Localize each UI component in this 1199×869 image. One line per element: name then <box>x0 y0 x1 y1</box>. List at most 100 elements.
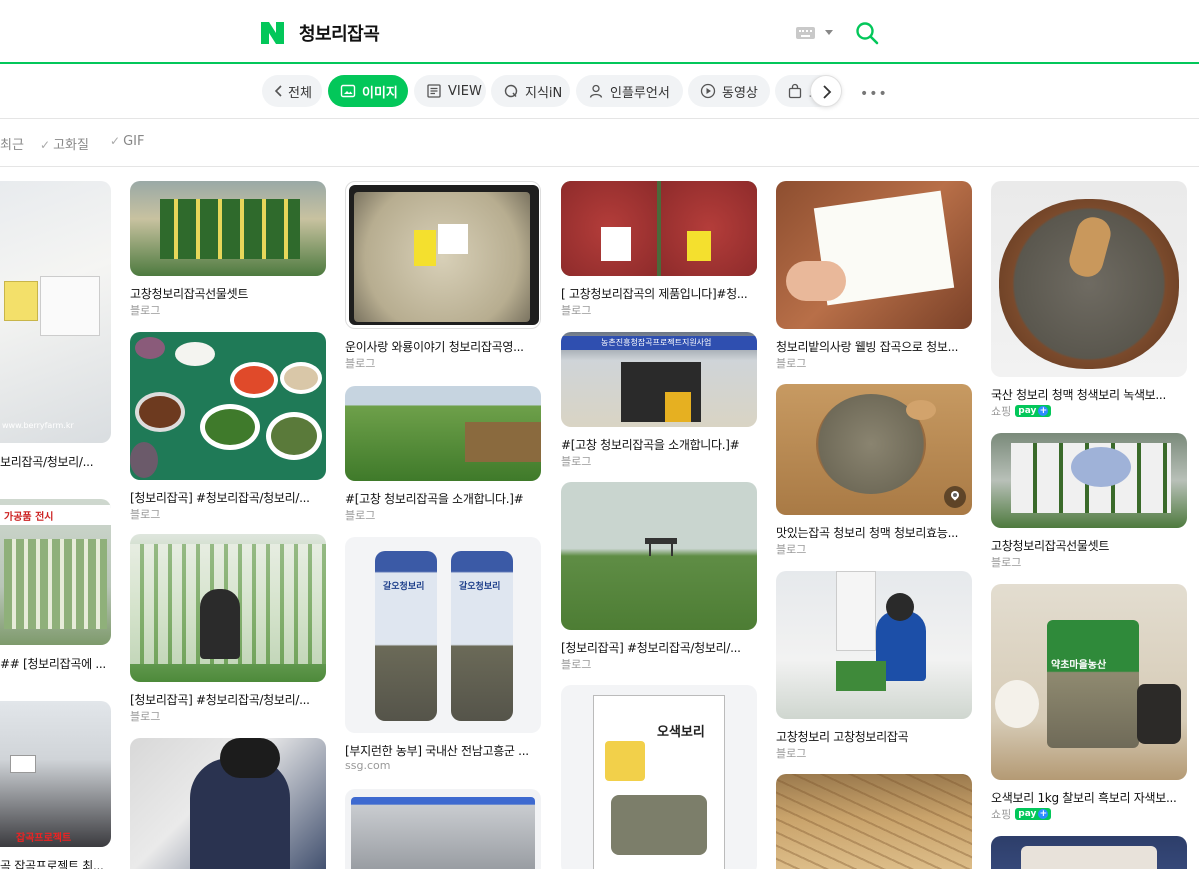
result-thumbnail[interactable] <box>130 738 326 869</box>
grain-bag-red <box>661 181 757 276</box>
result-source: 블로그 <box>345 357 376 370</box>
tab-view[interactable]: VIEW <box>414 75 486 107</box>
result-title[interactable]: [청보리잡곡] #청보리잡곡/청보리/... <box>561 639 757 656</box>
tab-video[interactable]: 동영상 <box>688 75 770 107</box>
result-thumbnail[interactable] <box>130 534 326 682</box>
result-source: ssg.com <box>345 759 391 772</box>
grain-bag <box>351 797 535 869</box>
tab-kin[interactable]: 지식iN <box>491 75 570 107</box>
result-thumbnail[interactable] <box>345 181 541 329</box>
result-card[interactable]: 가공품 전시 ## [청보리잡곡에 ... <box>0 499 111 689</box>
package-brand: 약초마을농산 <box>1051 660 1107 671</box>
result-thumbnail[interactable] <box>130 332 326 480</box>
q-bubble-icon <box>504 84 518 98</box>
result-title[interactable]: 고창청보리잡곡선물셋트 <box>130 285 326 302</box>
result-source: 블로그 <box>130 508 161 521</box>
banner-text: 잡곡프로젝트 <box>16 833 72 844</box>
result-title[interactable]: 청보리밭의사랑 웰빙 잡곡으로 청보... <box>776 338 972 355</box>
person <box>200 589 240 659</box>
result-thumbnail[interactable] <box>776 181 972 329</box>
product-label <box>687 231 711 261</box>
tab-influencer[interactable]: 인플루언서 <box>576 75 683 107</box>
result-title[interactable]: [부지런한 농부] 국내산 전남고흥군 ... <box>345 742 541 759</box>
jar <box>375 551 437 721</box>
npay-badge: pay + <box>1015 405 1052 417</box>
npay-badge: pay + <box>1015 808 1052 820</box>
result-thumbnail[interactable]: 약초마을농산 <box>991 584 1187 780</box>
search-query-input[interactable]: 청보리잡곡 <box>299 20 380 46</box>
dish <box>230 362 278 398</box>
result-thumbnail[interactable] <box>130 181 326 276</box>
filter-recent[interactable]: 최근 <box>0 134 24 153</box>
tab-label: 이미지 <box>362 85 398 101</box>
result-title[interactable]: 맛있는잡곡 청보리 청맥 청보리효능... <box>776 524 972 541</box>
result-thumbnail[interactable] <box>776 774 972 869</box>
result-title[interactable]: 운이사랑 와룡이야기 청보리잡곡영... <box>345 338 541 355</box>
result-source: 블로그 <box>130 304 161 317</box>
chevron-down-icon[interactable] <box>825 30 833 35</box>
bag <box>836 661 886 691</box>
map-pin-icon[interactable] <box>944 486 966 508</box>
result-thumbnail[interactable] <box>561 482 757 630</box>
result-thumbnail[interactable] <box>991 181 1187 377</box>
keyboard-icon[interactable] <box>796 27 815 39</box>
result-title[interactable]: 오색보리 1kg 찰보리 흑보리 자색보... <box>991 789 1187 806</box>
search-icon[interactable] <box>855 21 879 45</box>
logo-mark <box>605 741 645 781</box>
grain-bag <box>354 192 530 322</box>
result-thumbnail[interactable] <box>345 386 541 481</box>
result-title[interactable]: [청보리잡곡] #청보리잡곡/청보리/... <box>130 691 326 708</box>
result-thumbnail[interactable]: 가공품 전시 <box>0 499 111 645</box>
jar-label: 갈오청보리 <box>383 582 425 592</box>
result-title[interactable]: 곡 잡곡프로젝트 최... <box>0 857 111 869</box>
result-title[interactable]: #[고창 청보리잡곡을 소개합니다.]# <box>561 436 757 453</box>
result-title[interactable]: #[고창 청보리잡곡을 소개합니다.]# <box>345 490 541 507</box>
tab-all[interactable]: 전체 <box>262 75 322 107</box>
filter-gif[interactable]: ✓ GIF <box>110 134 144 149</box>
result-thumbnail[interactable]: 농촌진흥청잡곡프로젝트지원사업 <box>561 332 757 427</box>
more-dots-icon[interactable]: ••• <box>860 86 888 102</box>
naver-n-logo-icon[interactable] <box>261 22 284 44</box>
tabs-next-button[interactable] <box>810 75 842 107</box>
result-source: 블로그 <box>345 509 376 522</box>
result-thumbnail[interactable]: www.berryfarm.kr <box>0 181 111 443</box>
jar <box>1137 684 1181 744</box>
hand <box>786 261 846 301</box>
forklift <box>665 392 691 422</box>
result-title[interactable]: 보리잡곡/청보리/... <box>0 453 111 470</box>
plus-icon: + <box>1038 406 1049 416</box>
result-title[interactable]: [ 고창청보리잡곡의 제품입니다]#청... <box>561 285 757 302</box>
screen <box>10 755 36 773</box>
result-thumbnail[interactable] <box>776 384 972 515</box>
result-thumbnail[interactable] <box>991 433 1187 528</box>
result-source: 블로그 <box>776 543 807 556</box>
product-label <box>414 230 436 266</box>
result-source: 블로그 <box>991 556 1022 569</box>
result-source: 쇼핑 pay + <box>991 403 1052 419</box>
result-thumbnail[interactable] <box>991 836 1187 869</box>
banner-text: 가공품 전시 <box>4 512 54 523</box>
filter-hd[interactable]: ✓ 고화질 <box>40 134 89 153</box>
result-card[interactable]: 잡곡프로젝트 곡 잡곡프로젝트 최... <box>0 701 111 869</box>
result-thumbnail[interactable] <box>345 789 541 869</box>
result-title[interactable]: 국산 청보리 청맥 청색보리 녹색보... <box>991 386 1187 403</box>
result-title[interactable]: ## [청보리잡곡에 ... <box>0 655 111 672</box>
result-thumbnail[interactable]: 잡곡프로젝트 <box>0 701 111 847</box>
result-title[interactable]: 고창청보리잡곡선물셋트 <box>991 537 1187 554</box>
play-icon <box>700 83 716 99</box>
product-label <box>4 281 38 321</box>
dish <box>130 442 158 478</box>
result-thumbnail[interactable] <box>776 571 972 719</box>
person-icon <box>589 84 603 98</box>
result-title[interactable]: 고창청보리 고창청보리잡곡 <box>776 728 972 745</box>
result-thumbnail[interactable]: 갈오청보리 갈오청보리 <box>345 537 541 733</box>
result-thumbnail[interactable]: 오색보리 <box>561 685 757 869</box>
jar-label: 갈오청보리 <box>459 582 501 592</box>
result-title[interactable]: [청보리잡곡] #청보리잡곡/청보리/... <box>130 489 326 506</box>
hair <box>886 593 914 621</box>
result-card[interactable]: www.berryfarm.kr 보리잡곡/청보리/... <box>0 181 111 481</box>
result-thumbnail[interactable] <box>561 181 757 276</box>
shopping-bag-icon <box>788 83 802 99</box>
tab-images[interactable]: 이미지 <box>328 75 408 107</box>
grain-package <box>1047 620 1139 748</box>
